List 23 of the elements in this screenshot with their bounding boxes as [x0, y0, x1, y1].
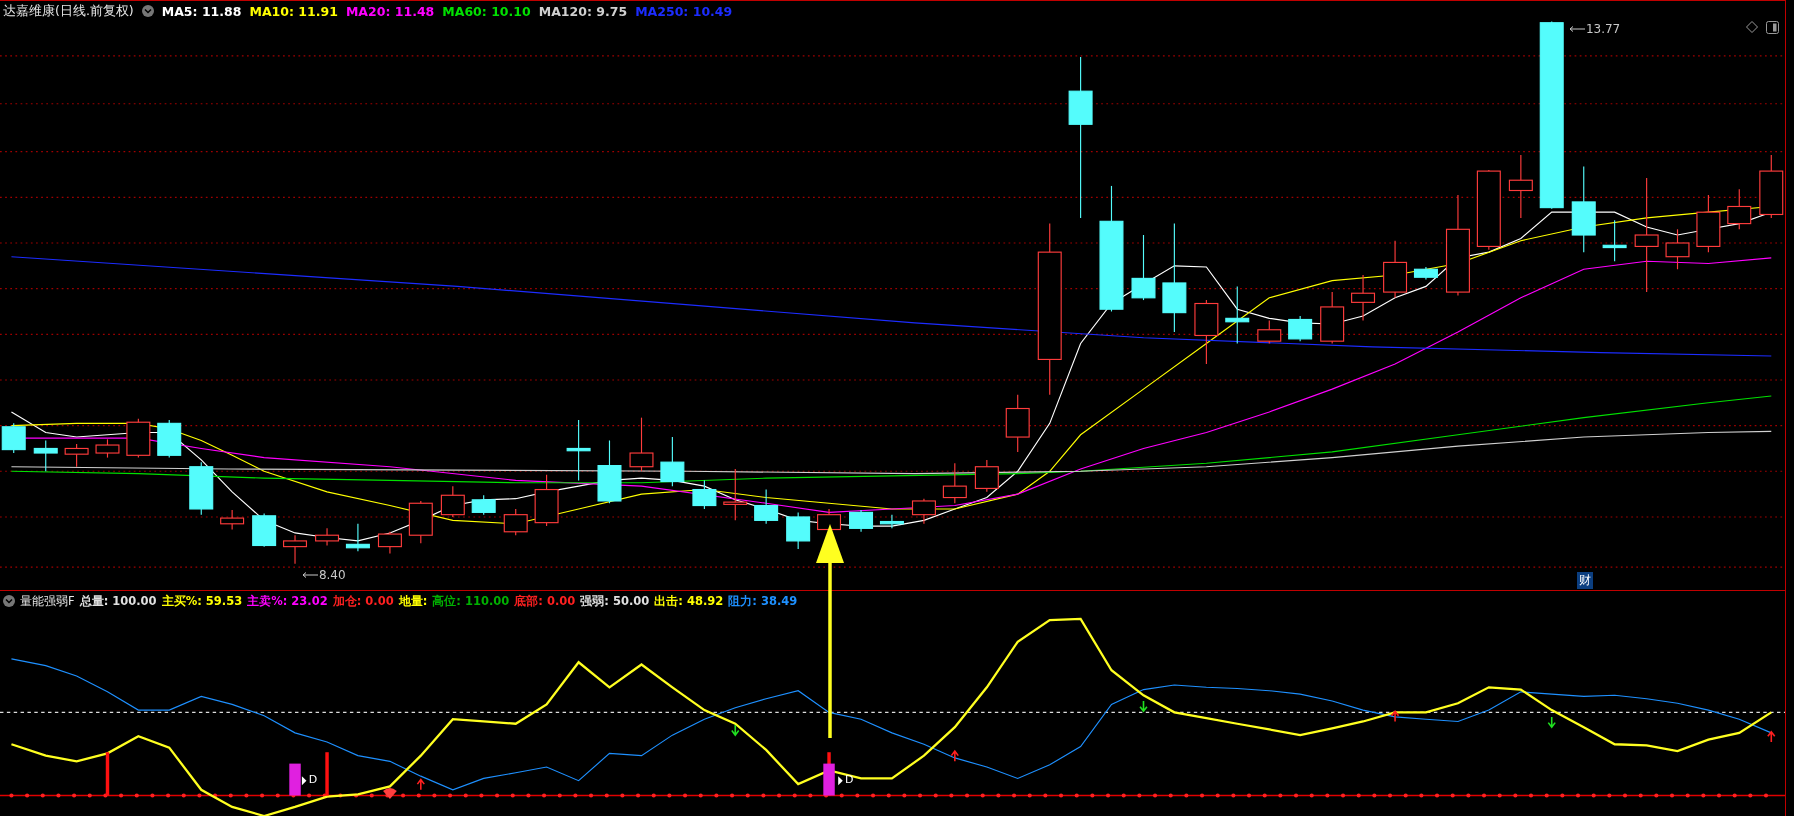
moving-average-reading: MA60: 10.10 [442, 3, 531, 19]
stock-title: 达嘉维康(日线.前复权) [3, 2, 134, 20]
indicator-reading: 主买%: 59.53 [161, 593, 243, 609]
moving-average-reading: MA20: 11.48 [345, 3, 435, 19]
indicator-reading: 阻力: 38.49 [728, 593, 798, 609]
indicator-reading: 底部: 0.00 [514, 593, 576, 609]
indicator-reading: 主卖%: 23.02 [247, 593, 328, 609]
indicator-reading: 强弱: 50.00 [580, 593, 650, 609]
indicator-reading: 地量: [398, 593, 428, 609]
indicator-title: 量能强弱F [20, 593, 75, 609]
signal-label: D [308, 772, 318, 786]
price-label: 8.40 [318, 568, 346, 583]
indicator-reading: 高位: 110.00 [432, 593, 510, 609]
moving-average-reading: MA10: 11.91 [249, 3, 338, 19]
indicator-reading: 总量: 100.00 [79, 593, 157, 609]
moving-average-reading: MA250: 10.49 [635, 3, 733, 19]
signal-label: D [845, 772, 854, 786]
finance-badge[interactable]: 财 [1576, 571, 1593, 589]
indicator-reading: 加仓: 0.00 [332, 593, 394, 609]
price-label: 13.77 [1585, 21, 1621, 36]
moving-average-reading: MA120: 9.75 [538, 3, 628, 19]
moving-average-reading: MA5: 11.88 [161, 3, 242, 19]
indicator-reading: 出击: 48.92 [654, 593, 724, 609]
